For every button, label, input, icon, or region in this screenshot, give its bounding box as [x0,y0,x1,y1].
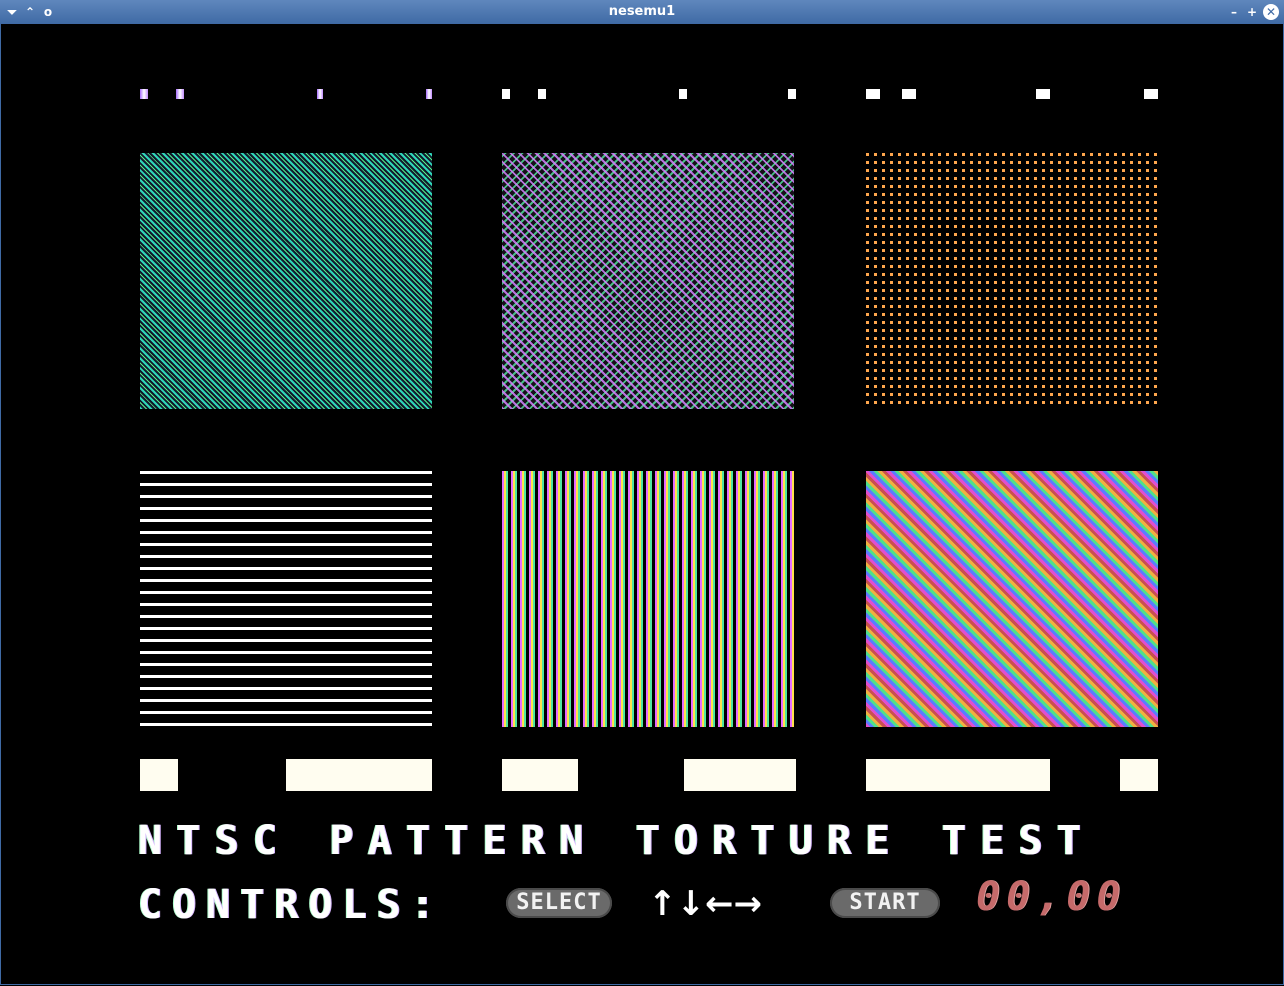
window-title: nesemu1 [608,4,676,19]
pattern-dot-grid [866,153,1158,409]
marker [866,89,880,99]
dpad-arrows: ↑↓←→ [648,884,762,924]
select-button: SELECT [506,888,612,918]
marker [788,89,796,99]
bar [502,759,578,791]
bar [1120,759,1158,791]
close-icon[interactable]: ✕ [1263,4,1279,20]
marker [1144,89,1158,99]
marker [426,89,432,99]
marker [679,89,687,99]
screen-heading: NTSC PATTERN TORTURE TEST [138,818,1096,864]
position-counter: 00,00 [976,874,1127,920]
controls-label: CONTROLS: [138,882,445,928]
start-button: START [830,888,940,918]
pattern-vertical-lines [502,471,794,727]
maximize-icon[interactable]: + [1244,4,1260,20]
marker [317,89,323,99]
marker [902,89,916,99]
bar [684,759,796,791]
marker [176,89,184,99]
marker [140,89,148,99]
pattern-crosshatch [502,153,794,409]
bar [286,759,432,791]
bar [866,759,1050,791]
pattern-diagonal-rainbow [866,471,1158,727]
marker [538,89,546,99]
emulator-screen[interactable]: NTSC PATTERN TORTURE TEST CONTROLS: SELE… [2,25,1282,984]
marker [502,89,510,99]
bar [140,759,178,791]
pattern-horizontal-lines [140,471,432,727]
minimize-icon[interactable]: – [1226,4,1242,20]
window-title-bar[interactable]: ⏷ ⌃ o nesemu1 – + ✕ [0,0,1284,25]
marker [1036,89,1050,99]
pattern-diagonal-green [140,153,432,409]
